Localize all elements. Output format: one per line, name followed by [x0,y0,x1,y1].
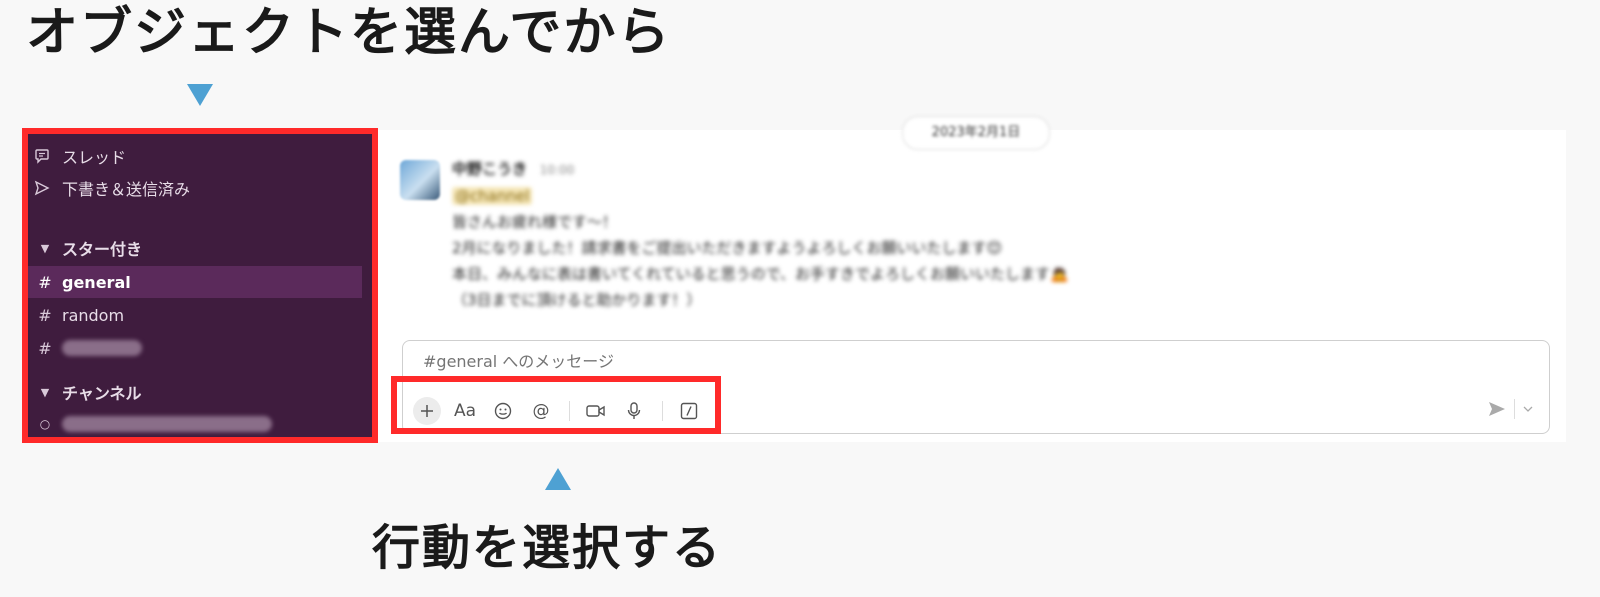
mention-badge[interactable]: @channel [452,187,533,205]
send-controls [1488,399,1533,419]
highlight-toolbar [391,376,721,434]
message-input[interactable] [421,351,1125,372]
date-divider[interactable]: 2023年2月1日 [902,116,1050,150]
message-time[interactable]: 10:00 [540,163,575,177]
message-author[interactable]: 中野こうき [452,160,527,178]
arrow-down-icon [187,84,213,106]
avatar[interactable] [400,160,440,200]
caption-select-object: オブジェクトを選んでから [26,3,672,63]
message-line: 皆さんお疲れ様です～！ [452,213,618,231]
message-line: （3日までに頂けると助かります！） [452,291,702,309]
caption-select-action: 行動を選択する [372,520,723,576]
message-line: 本日、みんなに表は書いてくれていると思うので、お手すきでよろしくお願いいたします… [452,265,1069,283]
send-icon[interactable] [1488,401,1506,417]
chevron-down-icon[interactable] [1523,405,1533,413]
message: 中野こうき 10:00 @channel 皆さんお疲れ様です～！ 2月になりまし… [452,156,1352,313]
message-line: 2月になりました！請求書をご提出いただきますようよろしくお願いいたします😊 [452,239,1003,257]
highlight-sidebar [22,128,378,443]
send-divider [1514,399,1515,419]
arrow-up-icon [545,468,571,490]
